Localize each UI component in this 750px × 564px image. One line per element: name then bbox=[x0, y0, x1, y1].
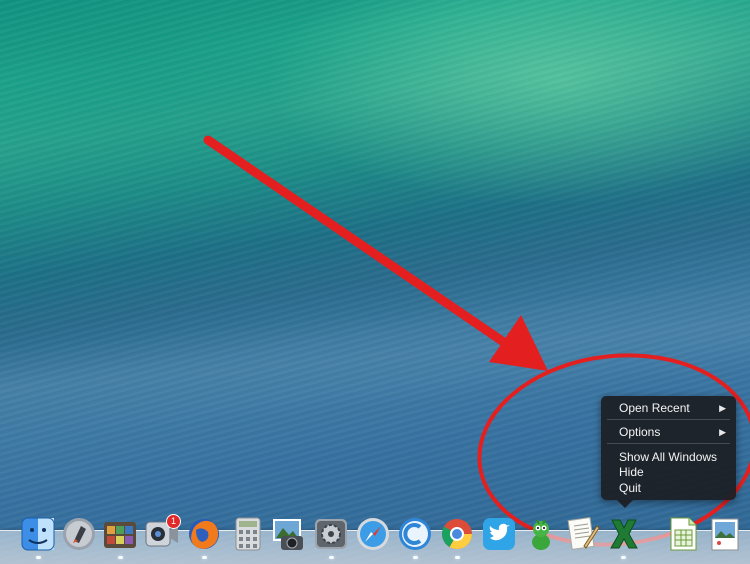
cloud-app-icon bbox=[399, 518, 431, 550]
menu-item-label: Open Recent bbox=[619, 401, 690, 415]
textedit-icon bbox=[567, 517, 600, 550]
menu-item-label: Quit bbox=[619, 481, 642, 495]
running-indicator bbox=[202, 556, 207, 559]
menu-separator bbox=[607, 419, 730, 420]
dock-item-cloud-app[interactable] bbox=[396, 515, 434, 553]
dock-item-calculator[interactable] bbox=[229, 515, 267, 553]
menu-item-show-all-windows[interactable]: Show All Windows bbox=[601, 449, 736, 465]
dock-item-facetime[interactable]: 1 bbox=[143, 514, 181, 553]
running-indicator bbox=[455, 556, 460, 559]
dock-item-system-preferences[interactable] bbox=[312, 515, 350, 553]
firefox-icon bbox=[189, 519, 219, 549]
menu-pointer bbox=[617, 500, 633, 508]
notification-badge: 1 bbox=[166, 514, 181, 529]
libreoffice-calc-icon bbox=[670, 517, 697, 551]
finder-icon bbox=[21, 517, 55, 551]
dock-item-safari[interactable] bbox=[354, 515, 392, 553]
dock-item-excel[interactable] bbox=[605, 515, 643, 553]
dock-item-twitter[interactable] bbox=[480, 515, 518, 553]
submenu-arrow-icon: ▶ bbox=[719, 403, 726, 413]
launchpad-icon bbox=[63, 518, 95, 550]
safari-icon bbox=[357, 518, 389, 550]
running-indicator bbox=[621, 556, 626, 559]
dock-item-libreoffice-calc[interactable] bbox=[664, 515, 702, 553]
menu-item-label: Options bbox=[619, 425, 661, 439]
dock-context-menu: Open Recent ▶ Options ▶ Show All Windows… bbox=[601, 396, 736, 508]
calculator-icon bbox=[235, 517, 261, 551]
dock-item-firefox[interactable] bbox=[185, 515, 223, 553]
menu-item-hide[interactable]: Hide bbox=[601, 464, 736, 480]
running-indicator bbox=[36, 556, 41, 559]
chrome-icon bbox=[441, 519, 472, 550]
running-indicator bbox=[413, 556, 418, 559]
annotation-arrow-shaft bbox=[203, 135, 510, 348]
dock-item-app-switcher[interactable] bbox=[101, 515, 139, 553]
menu-item-quit[interactable]: Quit bbox=[601, 480, 736, 496]
dock-item-adium[interactable] bbox=[522, 515, 560, 553]
dock-item-preview[interactable] bbox=[706, 515, 744, 553]
dock-item-textedit[interactable] bbox=[563, 515, 601, 553]
app-switcher-icon bbox=[104, 522, 136, 548]
dock-item-image-capture[interactable] bbox=[270, 515, 308, 553]
dock-item-launchpad[interactable] bbox=[60, 515, 98, 553]
image-capture-icon bbox=[273, 519, 303, 550]
adium-icon bbox=[532, 519, 550, 550]
preview-icon bbox=[711, 518, 739, 551]
twitter-icon bbox=[483, 518, 515, 550]
menu-separator bbox=[607, 443, 730, 444]
system-preferences-icon bbox=[315, 519, 347, 549]
running-indicator bbox=[329, 556, 334, 559]
menu-item-options[interactable]: Options ▶ bbox=[601, 424, 736, 440]
dock-item-finder[interactable] bbox=[19, 515, 57, 553]
running-indicator bbox=[118, 556, 123, 559]
menu-item-label: Show All Windows bbox=[619, 450, 718, 464]
menu-item-label: Hide bbox=[619, 465, 644, 479]
dock-item-chrome[interactable] bbox=[438, 515, 476, 553]
submenu-arrow-icon: ▶ bbox=[719, 427, 726, 437]
menu-item-open-recent[interactable]: Open Recent ▶ bbox=[601, 400, 736, 416]
excel-icon bbox=[610, 519, 638, 549]
